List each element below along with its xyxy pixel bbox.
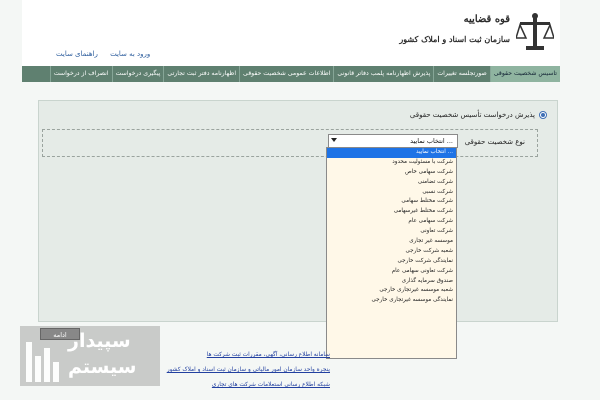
dropdown-option[interactable]: شرکت تعاونی سهامی عام	[327, 267, 456, 277]
dropdown-option[interactable]: شرکت سهامی عام	[327, 217, 456, 227]
nav-tab-change-minutes[interactable]: صورتجلسه تغییرات	[433, 66, 489, 82]
entity-type-dropdown-list: انتخاب نمایید ... شرکت با مسئولیت محدود …	[326, 147, 457, 359]
nav-tab-establish[interactable]: تاسیس شخصیت حقوقی	[489, 66, 560, 82]
org-name: سازمان ثبت اسناد و املاک کشور	[399, 34, 510, 44]
top-links: ورود به سایت راهنمای سایت	[56, 50, 160, 58]
help-link[interactable]: راهنمای سایت	[56, 50, 98, 58]
chevron-down-icon	[331, 138, 337, 142]
organization-logo: قوه قضاییه سازمان ثبت اسناد و املاک کشور	[394, 6, 554, 62]
entity-type-select[interactable]: انتخاب نمایید ...	[328, 134, 458, 148]
nav-tab-commercial-ledger[interactable]: اظهارنامه دفتر ثبت تجارتی	[163, 66, 239, 82]
footer-link-inquiry-network[interactable]: شبکه اطلاع رسانی استعلامات شرکت های تجار…	[150, 382, 330, 388]
dropdown-option[interactable]: شعبه موسسه غیرتجاری خارجی	[327, 286, 456, 296]
site-header: قوه قضاییه سازمان ثبت اسناد و املاک کشور…	[22, 0, 560, 66]
dropdown-option[interactable]: موسسه غیر تجاری	[327, 237, 456, 247]
dropdown-option[interactable]: شعبه شرکت خارجی	[327, 247, 456, 257]
login-link[interactable]: ورود به سایت	[110, 50, 150, 58]
org-title: قوه قضاییه	[463, 14, 510, 25]
request-form-panel: پذیرش درخواست تأسیس شخصیت حقوقی انتخاب ن…	[38, 100, 558, 322]
nav-tab-cancel-request[interactable]: انصراف از درخواست	[49, 66, 112, 82]
watermark-line2: سیستم	[68, 356, 137, 378]
emblem-icon	[516, 13, 554, 50]
main-navbar: تاسیس شخصیت حقوقی صورتجلسه تغییرات پذیرش…	[22, 66, 560, 82]
dropdown-option[interactable]: شرکت مختلط غیرسهامی	[327, 207, 456, 217]
entity-type-fieldset: انتخاب نمایید ... نوع شخصیت حقوقی	[42, 129, 538, 157]
dropdown-option[interactable]: صندوق سرمایه گذاری	[327, 277, 456, 287]
dropdown-option[interactable]: انتخاب نمایید ...	[327, 148, 456, 158]
establish-radio[interactable]	[539, 111, 547, 119]
establish-radio-label: پذیرش درخواست تأسیس شخصیت حقوقی	[409, 111, 535, 119]
establish-radio-row[interactable]: پذیرش درخواست تأسیس شخصیت حقوقی	[410, 111, 547, 119]
dropdown-option[interactable]: شرکت تعاونی	[327, 227, 456, 237]
nav-tab-ledger-seal[interactable]: پذیرش اظهارنامه پلمب دفاتر قانونی	[333, 66, 433, 82]
dropdown-option[interactable]: شرکت نسبی	[327, 188, 456, 198]
entity-type-select-value: انتخاب نمایید ...	[410, 137, 453, 145]
dropdown-option[interactable]: نمایندگی شرکت خارجی	[327, 257, 456, 267]
dropdown-option[interactable]: شرکت مختلط سهامی	[327, 197, 456, 207]
nav-tab-public-info[interactable]: اطلاعات عمومی شخصیت حقوقی	[239, 66, 333, 82]
footer-link-tax-window[interactable]: پنجره واحد سازمان امور مالیاتی و سازمان …	[150, 367, 330, 373]
footer-links: سامانه اطلاع رسانی، آگهی، مقررات ثبت شرک…	[150, 352, 330, 397]
dropdown-option[interactable]: شرکت با مسئولیت محدود	[327, 158, 456, 168]
dropdown-option[interactable]: نمایندگی موسسه غیرتجاری خارجی	[327, 296, 456, 306]
dropdown-option[interactable]: شرکت تضامنی	[327, 178, 456, 188]
dropdown-option[interactable]: شرکت سهامی خاص	[327, 168, 456, 178]
footer-link-announcements[interactable]: سامانه اطلاع رسانی، آگهی، مقررات ثبت شرک…	[150, 352, 330, 358]
continue-button[interactable]: ادامه	[40, 328, 80, 340]
nav-tab-track-request[interactable]: پیگیری درخواست	[111, 66, 164, 82]
entity-type-label: نوع شخصیت حقوقی	[464, 138, 525, 146]
